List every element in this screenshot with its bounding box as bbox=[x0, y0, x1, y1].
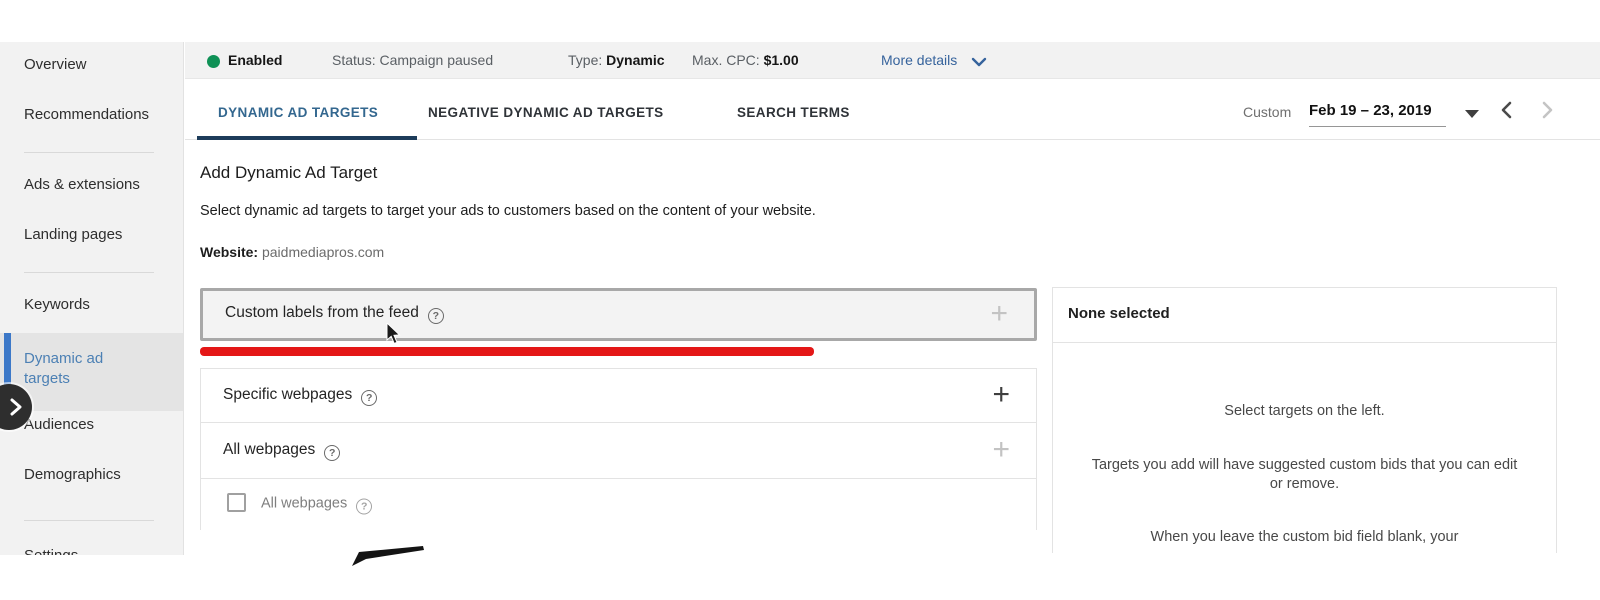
black-scribble-annotation bbox=[350, 544, 426, 573]
tab-search-terms[interactable]: SEARCH TERMS bbox=[737, 105, 850, 120]
website-label: Website: bbox=[200, 244, 258, 260]
sidebar-item-keywords[interactable]: Keywords bbox=[24, 296, 90, 313]
help-icon[interactable]: ? bbox=[428, 308, 444, 324]
sidebar-nav: Overview Recommendations Ads & extension… bbox=[0, 42, 184, 555]
tabs-bar: DYNAMIC AD TARGETS NEGATIVE DYNAMIC AD T… bbox=[185, 79, 1600, 140]
next-date-range-icon[interactable] bbox=[1539, 101, 1555, 124]
section-label: Custom labels from the feed? bbox=[225, 304, 444, 324]
section-label: Specific webpages? bbox=[223, 386, 377, 406]
panel-hint-line: Select targets on the left. bbox=[1053, 402, 1556, 421]
campaign-type: Type: Dynamic bbox=[568, 52, 665, 68]
expand-plus-icon[interactable]: + bbox=[990, 298, 1008, 328]
none-selected-label: None selected bbox=[1068, 305, 1170, 322]
sidebar-item-label: Dynamic ad targets bbox=[24, 349, 136, 389]
previous-date-range-icon[interactable] bbox=[1499, 101, 1515, 124]
help-icon[interactable]: ? bbox=[356, 498, 372, 514]
selection-panel-header: None selected bbox=[1053, 288, 1556, 343]
sidebar-divider bbox=[24, 152, 154, 153]
help-icon[interactable]: ? bbox=[361, 390, 377, 406]
max-cpc: Max. CPC: $1.00 bbox=[692, 52, 799, 68]
help-icon[interactable]: ? bbox=[324, 445, 340, 461]
more-details-button[interactable]: More details bbox=[881, 52, 987, 68]
sidebar-item-ads-extensions[interactable]: Ads & extensions bbox=[24, 176, 140, 193]
checkbox-label: All webpages? bbox=[261, 495, 372, 514]
date-range-value[interactable]: Feb 19 – 23, 2019 bbox=[1309, 102, 1432, 119]
sidebar-divider bbox=[24, 520, 154, 521]
section-specific-webpages[interactable]: Specific webpages? + bbox=[201, 369, 1036, 423]
google-ads-dynamic-ad-targets-page: Overview Recommendations Ads & extension… bbox=[0, 0, 1600, 600]
section-all-webpages[interactable]: All webpages? + bbox=[201, 423, 1036, 479]
page-description: Select dynamic ad targets to target your… bbox=[200, 203, 816, 219]
enabled-status-dot-icon bbox=[207, 55, 220, 68]
page-title: Add Dynamic Ad Target bbox=[200, 163, 377, 183]
tab-negative-dynamic-ad-targets[interactable]: NEGATIVE DYNAMIC AD TARGETS bbox=[428, 105, 664, 120]
tab-dynamic-ad-targets[interactable]: DYNAMIC AD TARGETS bbox=[218, 105, 378, 120]
chevron-down-icon bbox=[957, 52, 987, 68]
expand-plus-icon[interactable]: + bbox=[992, 379, 1010, 409]
panel-hint-line: When you leave the custom bid field blan… bbox=[1053, 528, 1556, 547]
all-webpages-option-row: All webpages? bbox=[201, 479, 1036, 530]
campaign-status: Status: Campaign paused bbox=[332, 52, 493, 68]
sidebar-divider bbox=[24, 272, 154, 273]
section-label: All webpages? bbox=[223, 441, 340, 461]
sidebar-item-settings[interactable]: Settings bbox=[24, 547, 78, 555]
dynamic-ad-target-sections: Specific webpages? + All webpages? + All… bbox=[200, 368, 1037, 530]
enabled-status[interactable]: Enabled bbox=[228, 52, 282, 68]
website-line: Website: paidmediapros.com bbox=[200, 244, 384, 260]
campaign-status-bar: Enabled Status: Campaign paused Type: Dy… bbox=[185, 42, 1600, 79]
selected-targets-panel: None selected Select targets on the left… bbox=[1052, 287, 1557, 553]
date-range-dropdown-caret-icon[interactable] bbox=[1465, 110, 1479, 118]
section-custom-labels-from-feed[interactable]: Custom labels from the feed? + bbox=[200, 288, 1037, 341]
date-range-mode-label: Custom bbox=[1243, 104, 1291, 120]
sidebar-item-recommendations[interactable]: Recommendations bbox=[24, 106, 149, 123]
sidebar-item-audiences[interactable]: Audiences bbox=[24, 416, 94, 433]
expand-plus-icon[interactable]: + bbox=[992, 434, 1010, 464]
sidebar-item-overview[interactable]: Overview bbox=[24, 56, 87, 73]
date-range-underline bbox=[1309, 126, 1446, 127]
panel-hint-line: Targets you add will have suggested cust… bbox=[1053, 456, 1556, 494]
selected-tab-underline bbox=[197, 136, 417, 140]
mouse-cursor bbox=[386, 323, 402, 350]
red-underline-annotation bbox=[200, 347, 814, 356]
all-webpages-checkbox[interactable] bbox=[227, 493, 246, 512]
sidebar-item-landing-pages[interactable]: Landing pages bbox=[24, 226, 122, 243]
website-value: paidmediapros.com bbox=[262, 244, 384, 260]
sidebar-item-demographics[interactable]: Demographics bbox=[24, 466, 121, 483]
